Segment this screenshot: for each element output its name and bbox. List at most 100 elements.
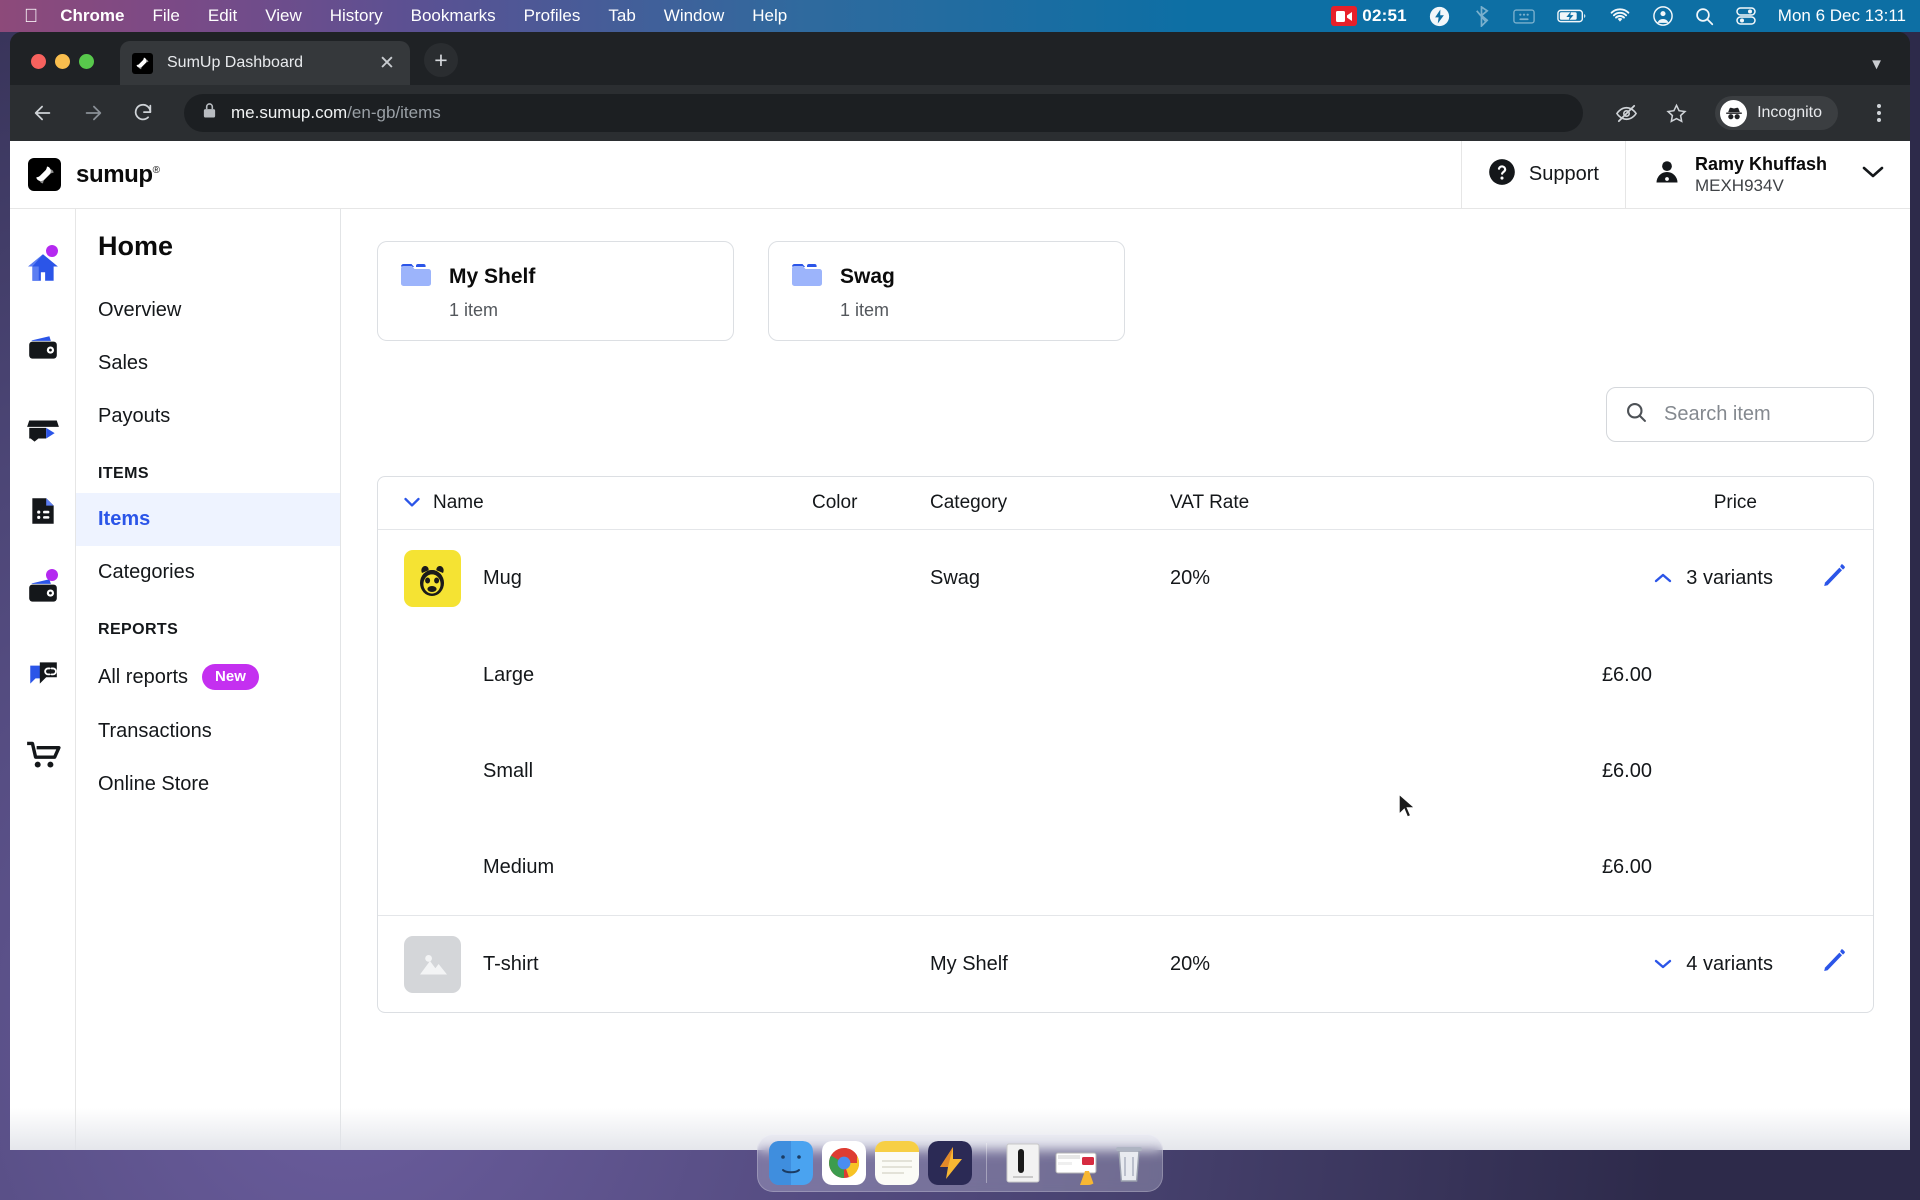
folder-name: My Shelf	[449, 265, 536, 288]
close-window-button[interactable]	[31, 54, 46, 69]
menu-item-edit[interactable]: Edit	[208, 6, 237, 26]
variant-row[interactable]: Medium £6.00	[378, 819, 1873, 915]
arrow-left-icon[interactable]	[28, 98, 58, 128]
wifi-icon[interactable]	[1609, 8, 1631, 24]
rail-item-payouts[interactable]	[10, 551, 76, 632]
sidebar-item-overview[interactable]: Overview	[76, 284, 340, 337]
reload-icon[interactable]	[128, 98, 158, 128]
sidebar-item-label: Payouts	[98, 405, 171, 427]
menu-item-file[interactable]: File	[152, 6, 179, 26]
flash-bolt-icon[interactable]	[1429, 6, 1450, 27]
search-row: Search item	[377, 387, 1874, 442]
search-placeholder: Search item	[1664, 403, 1771, 425]
menu-item-view[interactable]: View	[265, 6, 302, 26]
lightning-app-icon[interactable]	[928, 1141, 972, 1185]
browser-tab[interactable]: SumUp Dashboard ✕	[120, 41, 410, 85]
user-account-icon[interactable]	[1652, 6, 1673, 26]
account-menu[interactable]: Ramy Khuffash MEXH934V	[1624, 141, 1910, 208]
battery-charging-icon[interactable]	[1557, 8, 1587, 24]
screenshot-thumbnail[interactable]	[1054, 1141, 1098, 1185]
menu-item-help[interactable]: Help	[752, 6, 787, 26]
chrome-icon[interactable]	[822, 1141, 866, 1185]
chevron-down-icon[interactable]: ▼	[1869, 56, 1884, 73]
trash-icon[interactable]	[1107, 1141, 1151, 1185]
keyboard-brightness-icon[interactable]	[1513, 8, 1535, 24]
minimize-window-button[interactable]	[55, 54, 70, 69]
sidebar-item-transactions[interactable]: Transactions	[76, 705, 340, 758]
menu-bar-clock[interactable]: Mon 6 Dec 13:11	[1778, 6, 1906, 26]
sidebar-item-label: Categories	[98, 561, 195, 583]
star-icon[interactable]	[1661, 98, 1691, 128]
address-bar[interactable]: me.sumup.com/en-gb/items	[184, 94, 1584, 132]
sidebar-item-payouts[interactable]: Payouts	[76, 390, 340, 443]
sumup-brand[interactable]: sumup®	[10, 141, 160, 208]
search-icon[interactable]	[1695, 7, 1714, 26]
mailchimp-monkey-image	[404, 550, 461, 607]
apple-logo-icon[interactable]: 	[24, 7, 38, 26]
menu-item-history[interactable]: History	[330, 6, 383, 26]
variant-price: £6.00	[1601, 855, 1652, 878]
menu-item-bookmarks[interactable]: Bookmarks	[411, 6, 496, 26]
plus-icon[interactable]: +	[424, 43, 458, 77]
browser-tab-title: SumUp Dashboard	[167, 54, 304, 71]
search-input[interactable]: Search item	[1606, 387, 1874, 442]
support-button[interactable]: Support	[1460, 141, 1625, 208]
variant-name: Large	[483, 663, 535, 686]
rail-item-home[interactable]	[10, 227, 76, 308]
edit-item-button[interactable]	[1803, 563, 1847, 595]
rail-item-payment-links[interactable]	[10, 632, 76, 713]
variants-toggle[interactable]: 4 variants	[1385, 953, 1803, 976]
eye-slash-icon[interactable]	[1611, 98, 1641, 128]
menu-item-chrome[interactable]: Chrome	[60, 6, 124, 26]
sidebar-item-all-reports[interactable]: All reports New	[76, 649, 340, 705]
menu-item-tab[interactable]: Tab	[608, 6, 635, 26]
maximize-window-button[interactable]	[79, 54, 94, 69]
arrow-right-icon[interactable]	[78, 98, 108, 128]
rail-item-wallet[interactable]	[10, 308, 76, 389]
variants-toggle[interactable]: 3 variants	[1385, 567, 1803, 590]
folder-icon	[791, 262, 823, 293]
kebab-menu-icon[interactable]	[1866, 104, 1892, 122]
chevron-down-icon[interactable]	[1862, 165, 1884, 184]
rail-item-store[interactable]	[10, 389, 76, 470]
sidebar-item-online-store[interactable]: Online Store	[76, 758, 340, 811]
item-vat-rate: 20%	[1170, 952, 1211, 975]
table-row[interactable]: T-shirt My Shelf 20% 4 variants	[378, 915, 1873, 1012]
variant-row[interactable]: Small £6.00	[378, 723, 1873, 819]
sidebar-item-sales[interactable]: Sales	[76, 337, 340, 390]
table-row[interactable]: Mug Swag 20% 3 variants	[378, 530, 1873, 627]
bluetooth-off-icon[interactable]	[1472, 5, 1491, 27]
variant-count-label: 3 variants	[1686, 567, 1773, 589]
notes-icon[interactable]	[875, 1141, 919, 1185]
chevron-down-icon[interactable]	[1654, 953, 1672, 976]
control-center-icon[interactable]	[1736, 7, 1756, 25]
screen-recording-status[interactable]: 02:51	[1331, 6, 1407, 26]
header-spacer	[160, 141, 1461, 208]
account-info: Ramy Khuffash MEXH934V	[1695, 153, 1827, 197]
pencil-icon	[1821, 563, 1847, 595]
sidebar-item-items[interactable]: Items	[76, 493, 340, 546]
mouse-pointer-icon	[1398, 792, 1418, 826]
item-category: My Shelf	[930, 952, 1008, 975]
finder-icon[interactable]	[769, 1141, 813, 1185]
rail-item-online-store[interactable]	[10, 713, 76, 794]
lock-icon	[202, 102, 217, 124]
chevron-down-icon[interactable]	[404, 492, 420, 514]
sidebar-item-categories[interactable]: Categories	[76, 546, 340, 599]
rail-item-invoices[interactable]	[10, 470, 76, 551]
sidebar-item-label: Sales	[98, 352, 149, 374]
variant-name: Medium	[483, 855, 555, 878]
menu-item-window[interactable]: Window	[664, 6, 724, 26]
menu-item-profiles[interactable]: Profiles	[524, 6, 581, 26]
chevron-up-icon[interactable]	[1654, 567, 1672, 590]
edit-item-button[interactable]	[1803, 948, 1847, 980]
column-header-name[interactable]: Name	[404, 492, 812, 514]
close-icon[interactable]: ✕	[376, 54, 398, 73]
folder-card-my-shelf[interactable]: My Shelf 1 item	[377, 241, 734, 341]
macos-dock	[757, 1134, 1163, 1192]
variant-row[interactable]: Large £6.00	[378, 627, 1873, 723]
folder-card-swag[interactable]: Swag 1 item	[768, 241, 1125, 341]
profile-chip[interactable]: Incognito	[1715, 96, 1838, 130]
document-file-icon[interactable]	[1001, 1141, 1045, 1185]
sidebar-item-label: Overview	[98, 299, 182, 321]
